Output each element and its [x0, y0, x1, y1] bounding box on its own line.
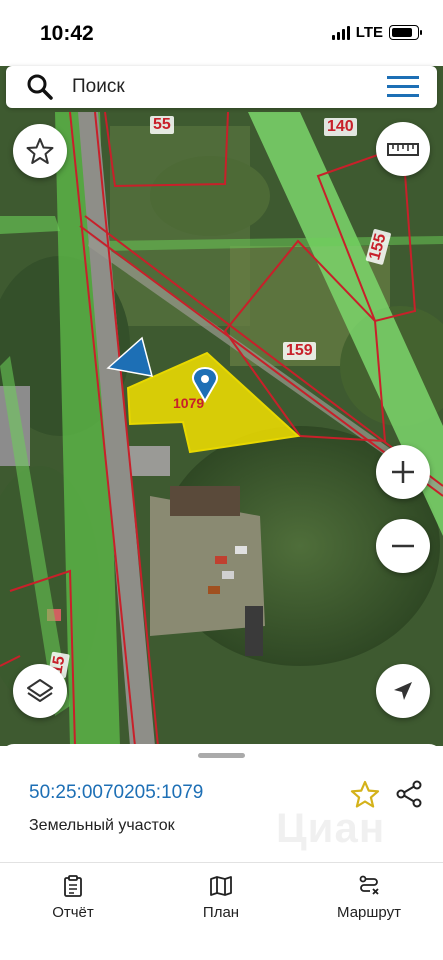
ruler-icon — [387, 143, 419, 156]
status-time: 10:42 — [40, 22, 94, 45]
route-icon — [359, 875, 379, 895]
tab-report-label: Отчёт — [52, 904, 94, 921]
watermark: Циан — [276, 804, 386, 851]
plot-info-sheet[interactable]: Циан 50:25:0070205:1079 Земельный участо… — [0, 744, 443, 960]
locate-button[interactable] — [376, 664, 430, 718]
network-type: LTE — [355, 24, 383, 41]
map-icon — [210, 876, 232, 896]
map-view[interactable]: 55 140 155 159 1079 15 — [0, 66, 443, 746]
search-input[interactable]: Поиск — [72, 76, 125, 98]
cadastral-number[interactable]: 50:25:0070205:1079 — [29, 782, 203, 804]
star-outline-icon — [26, 138, 54, 164]
navigation-arrow-icon — [394, 682, 412, 700]
layers-button[interactable] — [13, 664, 67, 718]
plus-icon — [392, 461, 414, 483]
clipboard-icon — [64, 875, 82, 897]
signal-icon — [331, 25, 350, 40]
plot-label-140: 140 — [324, 118, 357, 136]
tab-route-label: Маршрут — [337, 904, 401, 921]
search-bar[interactable]: Поиск — [6, 66, 437, 108]
zoom-in-button[interactable] — [376, 445, 430, 499]
star-outline-icon[interactable] — [350, 780, 380, 808]
plot-label-159: 159 — [283, 342, 316, 360]
hamburger-menu-icon[interactable] — [387, 76, 419, 98]
ruler-button[interactable] — [376, 122, 430, 176]
object-type: Земельный участок — [29, 817, 175, 834]
tab-plan-label: План — [202, 904, 240, 921]
zoom-out-button[interactable] — [376, 519, 430, 573]
status-indicators: LTE — [331, 24, 422, 41]
tab-plan[interactable]: План — [166, 874, 276, 921]
sheet-drag-handle[interactable] — [198, 753, 245, 758]
tab-route[interactable]: Маршрут — [314, 874, 424, 921]
plot-label-55: 55 — [150, 116, 174, 134]
layers-icon — [27, 679, 53, 702]
status-bar: 10:42 LTE — [0, 0, 443, 66]
minus-icon — [392, 544, 414, 548]
share-icon[interactable] — [394, 779, 424, 809]
tab-report[interactable]: Отчёт — [18, 874, 128, 921]
satellite-map[interactable] — [0, 66, 443, 746]
battery-level — [392, 28, 413, 37]
plot-label-1079: 1079 — [173, 395, 205, 411]
search-icon[interactable] — [26, 73, 54, 101]
battery-icon — [389, 25, 422, 40]
favorite-map-button[interactable] — [13, 124, 67, 178]
sheet-divider — [0, 862, 443, 863]
